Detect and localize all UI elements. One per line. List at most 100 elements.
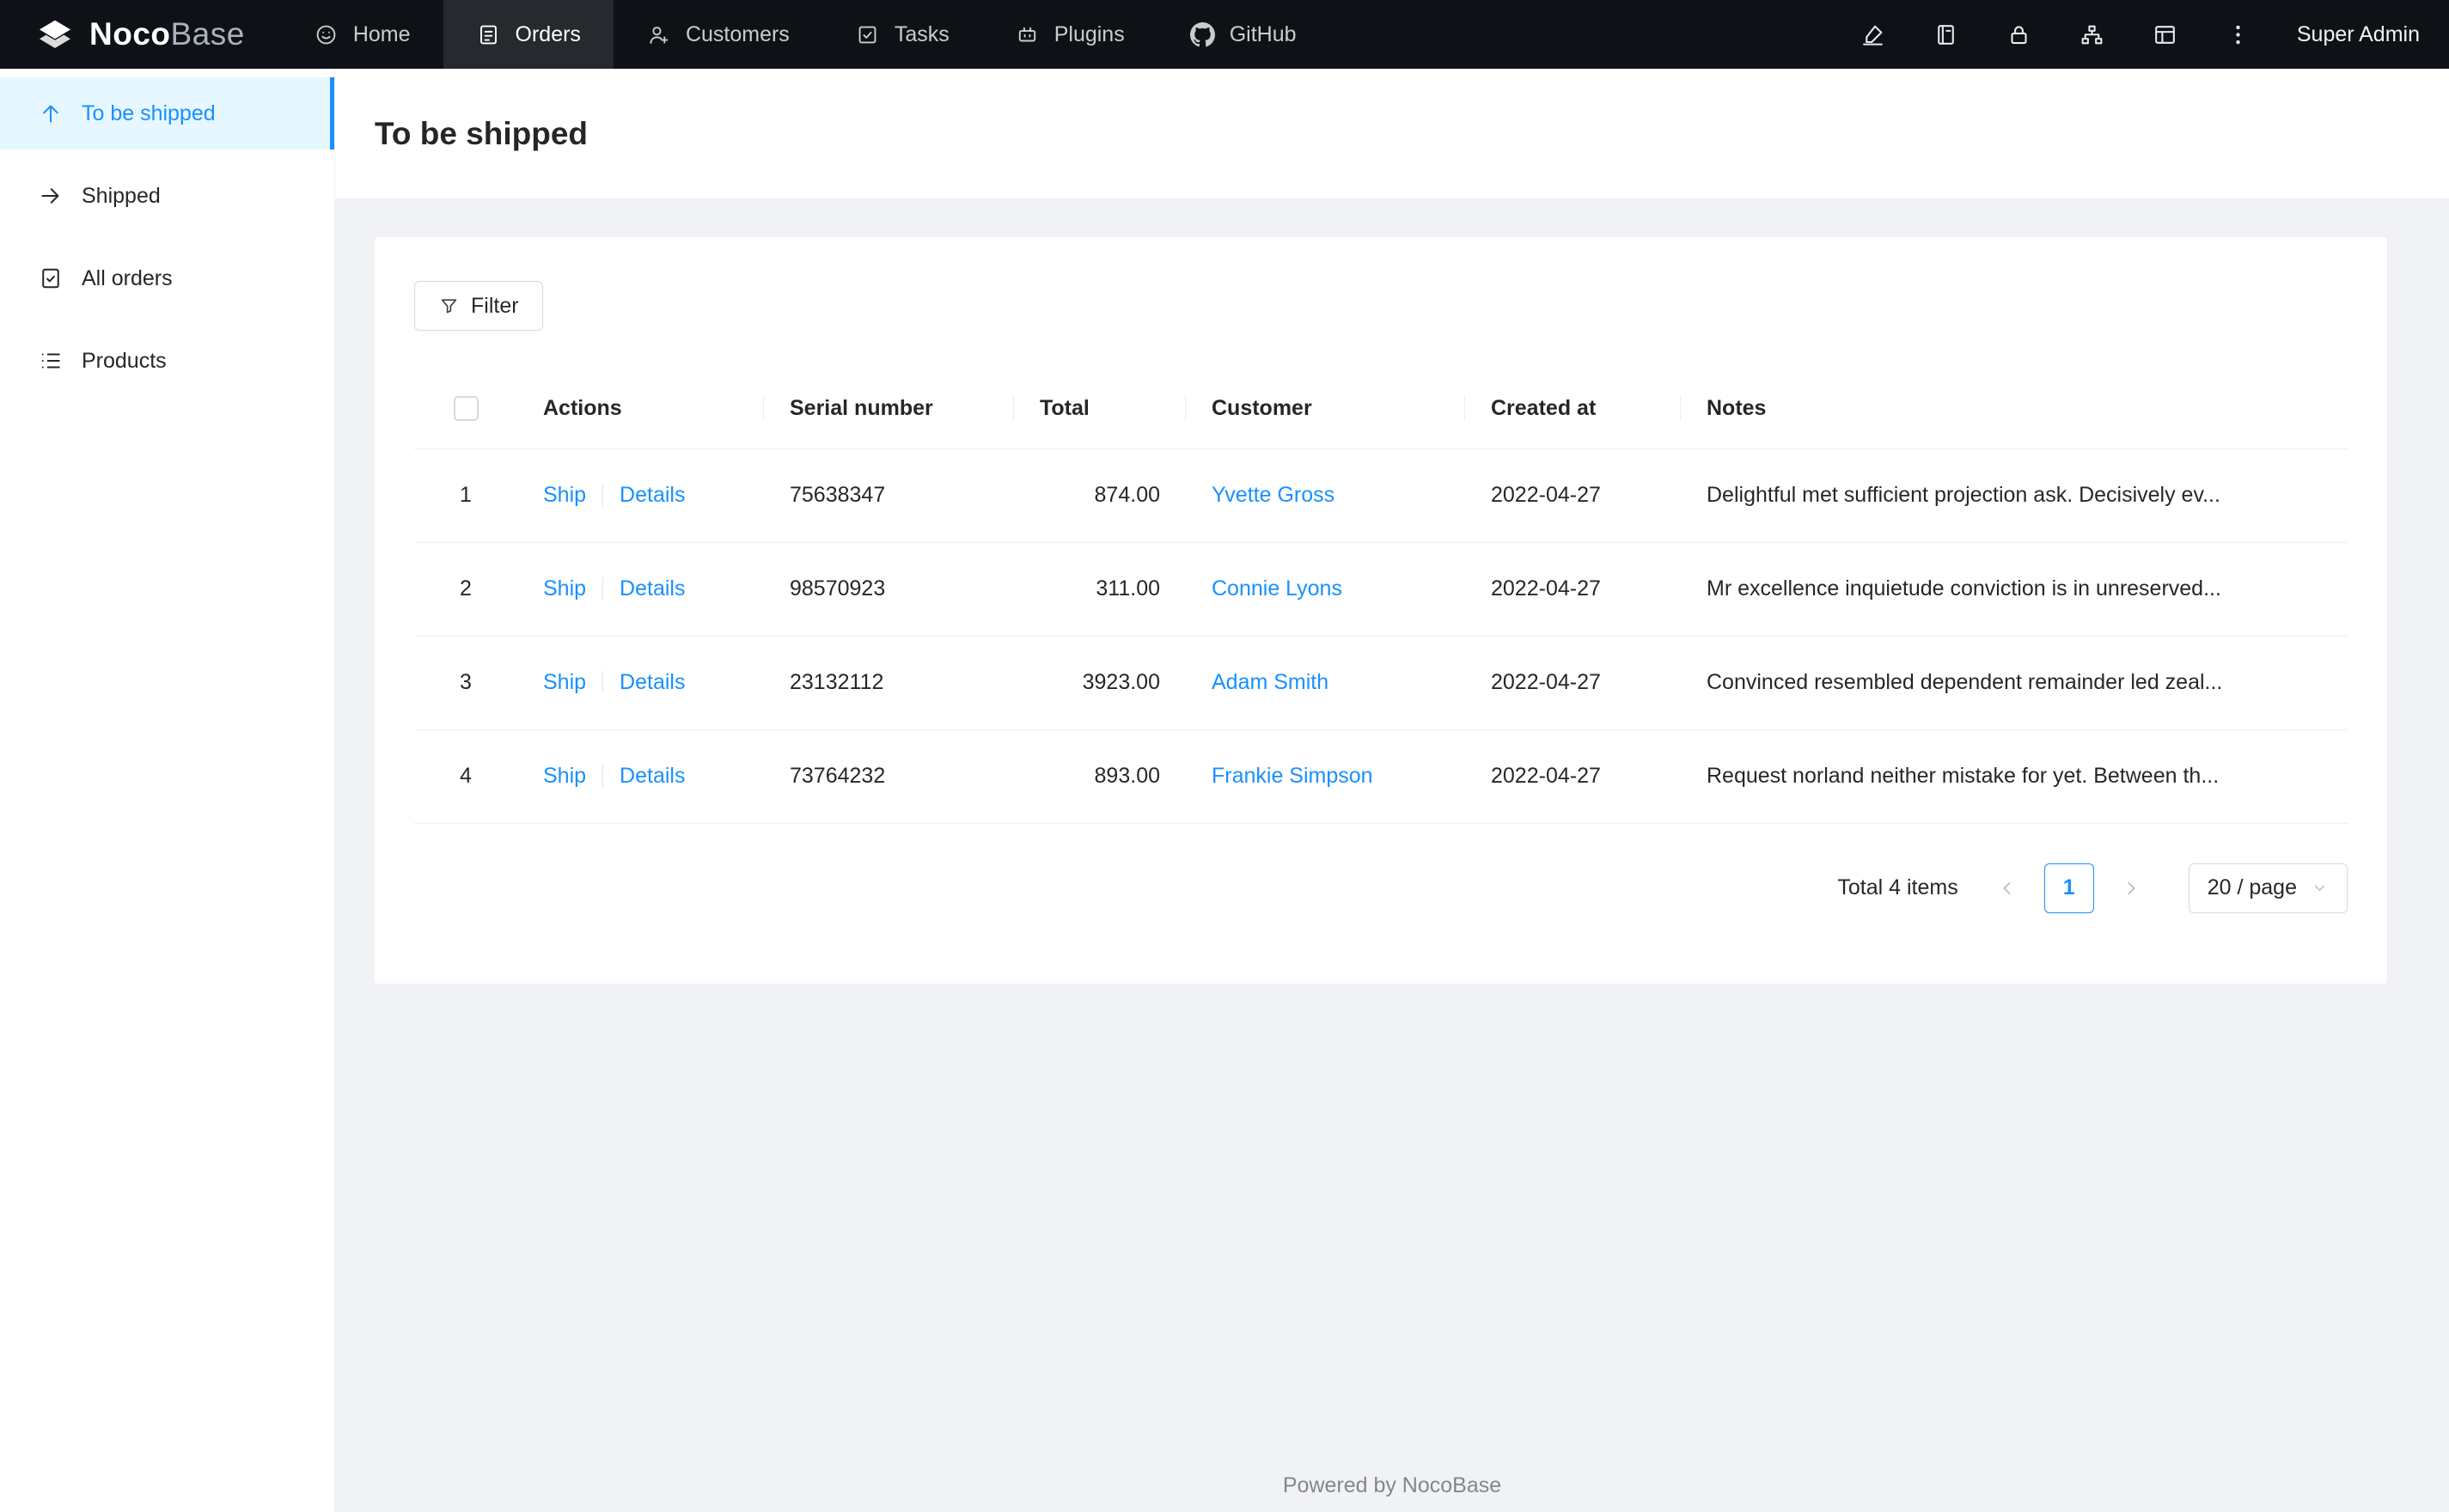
nav-item-github[interactable]: GitHub <box>1157 0 1329 69</box>
total-cell: 874.00 <box>1014 448 1186 543</box>
action-divider <box>602 671 604 693</box>
nav-item-tasks[interactable]: Tasks <box>822 0 982 69</box>
layout-icon <box>2154 25 2175 44</box>
chevron-right-icon <box>2128 881 2135 894</box>
book-icon <box>1938 24 1954 45</box>
logo-text: NocoBase <box>89 16 245 52</box>
sidebar-item-label: All orders <box>82 265 173 290</box>
more-icon <box>2236 25 2240 44</box>
customer-link[interactable]: Yvette Gross <box>1212 483 1334 507</box>
created-at-cell: 2022-04-27 <box>1465 729 1681 824</box>
chevron-left-icon <box>2003 881 2011 894</box>
prev-page-button[interactable] <box>1982 863 2032 913</box>
row-index: 3 <box>414 636 517 730</box>
nav-item-label: Tasks <box>894 21 950 46</box>
main-content: To be shipped Filter Actions Serial numb… <box>335 69 2449 1512</box>
customers-icon <box>650 26 669 44</box>
serial-cell: 23132112 <box>764 636 1014 730</box>
created-at-cell: 2022-04-27 <box>1465 542 1681 637</box>
github-icon <box>1189 21 1215 46</box>
nav-item-home[interactable]: Home <box>281 0 443 69</box>
total-cell: 3923.00 <box>1014 636 1186 730</box>
sidebar-item-all-orders[interactable]: All orders <box>0 242 334 314</box>
customer-link[interactable]: Frankie Simpson <box>1212 764 1373 788</box>
nav-item-label: Plugins <box>1053 21 1125 46</box>
customer-link[interactable]: Adam Smith <box>1212 670 1328 694</box>
page-number-button[interactable]: 1 <box>2043 863 2094 913</box>
apartment-button[interactable] <box>2055 0 2128 69</box>
filter-button-label: Filter <box>471 293 519 318</box>
orders-table: Actions Serial number Total Customer Cre… <box>414 369 2348 824</box>
orders-icon <box>479 25 497 44</box>
highlighter-button[interactable] <box>1836 0 1909 69</box>
more-button[interactable] <box>2202 0 2275 69</box>
sidebar: To be shipped Shipped All orders Product… <box>0 69 335 1512</box>
customer-link[interactable]: Connie Lyons <box>1212 576 1342 601</box>
table-row: 1 Ship Details 75638347 874.00 Yvette Gro… <box>414 448 2348 543</box>
details-link[interactable]: Details <box>620 764 685 788</box>
details-link[interactable]: Details <box>620 670 685 694</box>
sidebar-item-label: Products <box>82 348 167 373</box>
nav-item-label: Home <box>352 21 411 46</box>
plugins-icon <box>1018 27 1035 41</box>
select-all-checkbox[interactable] <box>453 396 479 422</box>
next-page-button[interactable] <box>2106 863 2156 913</box>
chevron-down-icon <box>2314 885 2325 891</box>
row-index: 1 <box>414 448 517 543</box>
total-cell: 893.00 <box>1014 729 1186 824</box>
ship-link[interactable]: Ship <box>543 483 586 507</box>
serial-cell: 98570923 <box>764 542 1014 637</box>
apartment-icon <box>2081 25 2103 44</box>
filter-button[interactable]: Filter <box>414 281 543 331</box>
nocobase-logo[interactable]: NocoBase <box>0 14 281 55</box>
orders-card: Filter Actions Serial number Total Custo… <box>375 237 2387 984</box>
ship-link[interactable]: Ship <box>543 670 586 694</box>
page-title: To be shipped <box>375 115 589 151</box>
filter-icon <box>441 298 457 313</box>
nav-item-plugins[interactable]: Plugins <box>982 0 1157 69</box>
logo-text-noco: Noco <box>89 16 171 52</box>
file-done-icon <box>42 268 59 289</box>
book-button[interactable] <box>1909 0 1982 69</box>
lock-button[interactable] <box>1982 0 2055 69</box>
sidebar-item-label: Shipped <box>82 183 161 208</box>
column-header-total: Total <box>1014 369 1186 449</box>
details-link[interactable]: Details <box>620 483 685 507</box>
arrow-right-icon <box>41 188 59 204</box>
row-index: 4 <box>414 729 517 824</box>
logo-text-base: Base <box>170 16 245 52</box>
sidebar-item-shipped[interactable]: Shipped <box>0 160 334 232</box>
user-menu[interactable]: Super Admin <box>2275 22 2420 47</box>
created-at-cell: 2022-04-27 <box>1465 636 1681 730</box>
column-header-customer: Customer <box>1186 369 1465 449</box>
tasks-icon <box>858 26 876 43</box>
nav-item-customers[interactable]: Customers <box>614 0 822 69</box>
serial-cell: 73764232 <box>764 729 1014 824</box>
page-header: To be shipped <box>335 69 2449 198</box>
table-row: 3 Ship Details 23132112 3923.00 Adam Smit… <box>414 636 2348 730</box>
ship-link[interactable]: Ship <box>543 576 586 601</box>
ship-link[interactable]: Ship <box>543 764 586 788</box>
column-header-created-at: Created at <box>1465 369 1681 449</box>
nocobase-logo-icon <box>40 20 70 48</box>
layout-button[interactable] <box>2128 0 2202 69</box>
page-size-select[interactable]: 20 / page <box>2188 863 2348 913</box>
nav-item-label: Orders <box>515 21 581 46</box>
smile-icon <box>316 25 336 44</box>
footer-text: Powered by NocoBase <box>1282 1473 1502 1497</box>
nav-item-orders[interactable]: Orders <box>443 0 614 69</box>
main-nav: Home Orders Customers Tasks Plugins GitH… <box>281 0 1329 69</box>
table-row: 4 Ship Details 73764232 893.00 Frankie Si… <box>414 729 2348 824</box>
page-size-value: 20 / page <box>2207 875 2297 899</box>
sidebar-item-to-be-shipped[interactable]: To be shipped <box>0 77 334 149</box>
column-header-actions: Actions <box>517 369 764 449</box>
sidebar-item-products[interactable]: Products <box>0 325 334 397</box>
pagination: Total 4 items 1 20 / page <box>414 863 2348 913</box>
pagination-total: Total 4 items <box>1837 875 1958 899</box>
notes-cell: Convinced resembled dependent remainder … <box>1681 636 2348 730</box>
table-row: 2 Ship Details 98570923 311.00 Connie Lyo… <box>414 542 2348 637</box>
table-header-row: Actions Serial number Total Customer Cre… <box>414 369 2348 449</box>
details-link[interactable]: Details <box>620 576 685 601</box>
nav-item-label: GitHub <box>1229 21 1297 46</box>
action-divider <box>602 577 604 600</box>
